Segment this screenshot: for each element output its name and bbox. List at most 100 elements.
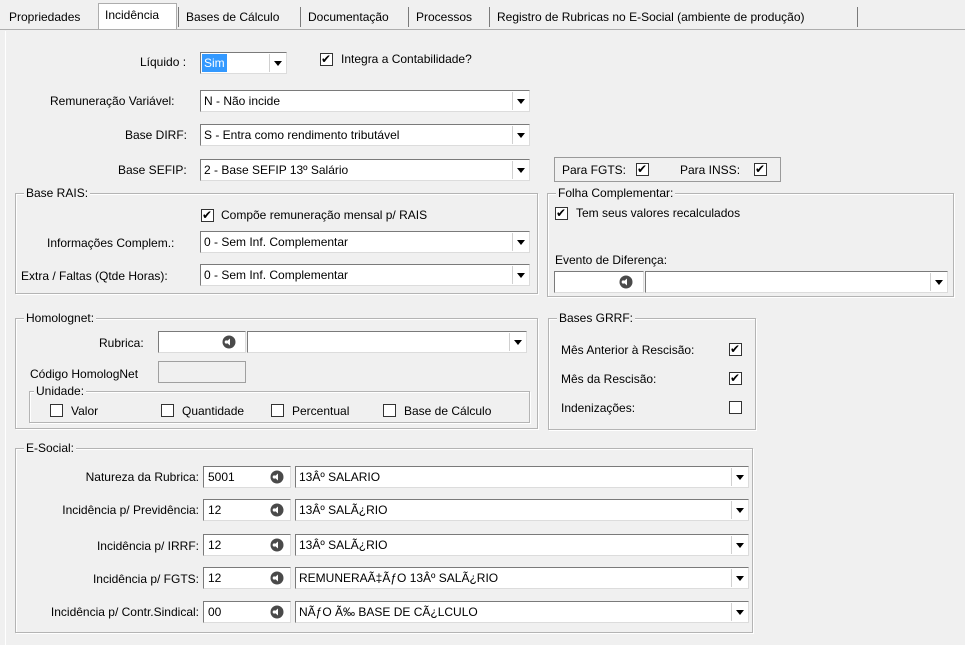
mes-anterior-checkbox[interactable] bbox=[729, 341, 742, 357]
incidencia-previdencia-label: Incidência p/ Previdência: bbox=[62, 503, 199, 517]
lookup-icon[interactable] bbox=[222, 335, 236, 349]
tab-bases-de-calculo[interactable]: Bases de Cálculo bbox=[180, 6, 285, 28]
chevron-down-icon[interactable] bbox=[731, 569, 747, 587]
chevron-down-icon[interactable] bbox=[512, 266, 528, 284]
rubrica-label: Rubrica: bbox=[99, 336, 144, 350]
lookup-icon[interactable] bbox=[270, 571, 284, 585]
para-inss-checkbox[interactable] bbox=[754, 161, 767, 177]
lookup-icon[interactable] bbox=[270, 605, 284, 619]
base-calculo-checkbox[interactable] bbox=[383, 404, 396, 417]
chevron-down-icon[interactable] bbox=[731, 501, 747, 519]
mes-anterior-label: Mês Anterior à Rescisão: bbox=[561, 343, 695, 357]
base-rais-caption: Base RAIS: bbox=[24, 186, 91, 200]
chevron-down-icon[interactable] bbox=[512, 161, 528, 179]
base-sefip-select[interactable]: 2 - Base SEFIP 13º Salário bbox=[200, 159, 530, 181]
codigo-homolognet-input[interactable] bbox=[158, 361, 246, 383]
natureza-rubrica-label: Natureza da Rubrica: bbox=[85, 470, 199, 484]
chevron-down-icon[interactable] bbox=[731, 536, 747, 554]
tab-separator bbox=[857, 7, 858, 27]
incidencia-irrf-desc: 13Âº SALÃ¿RIO bbox=[299, 538, 388, 552]
base-dirf-label: Base DIRF: bbox=[125, 128, 188, 142]
chevron-down-icon[interactable] bbox=[512, 126, 528, 144]
extra-faltas-value: 0 - Sem Inf. Complementar bbox=[204, 268, 349, 282]
natureza-rubrica-desc: 13Âº SALARIO bbox=[299, 470, 381, 484]
remuneracao-value: N - Não incide bbox=[204, 94, 281, 108]
codigo-homolognet-label: Código HomologNet bbox=[30, 367, 139, 381]
quantidade-checkbox[interactable] bbox=[161, 404, 174, 417]
evento-desc-select[interactable] bbox=[645, 271, 948, 293]
indenizacoes-label: Indenizações: bbox=[561, 401, 636, 415]
recalculados-checkbox[interactable] bbox=[555, 205, 568, 221]
lookup-icon[interactable] bbox=[270, 538, 284, 552]
integra-contabilidade-label: Integra a Contabilidade? bbox=[341, 52, 472, 66]
rubrica-desc-select[interactable] bbox=[247, 331, 527, 353]
lookup-icon[interactable] bbox=[270, 470, 284, 484]
chevron-down-icon[interactable] bbox=[930, 273, 946, 291]
base-sefip-label: Base SEFIP: bbox=[118, 163, 187, 177]
chevron-down-icon[interactable] bbox=[512, 233, 528, 251]
mes-rescisao-checkbox[interactable] bbox=[729, 370, 742, 386]
remuneracao-label: Remuneração Variável: bbox=[50, 94, 175, 108]
incidencia-contr-sindical-label: Incidência p/ Contr.Sindical: bbox=[50, 605, 199, 619]
incidencia-fgts-label: Incidência p/ FGTS: bbox=[92, 572, 199, 586]
incidencia-contr-sindical-select[interactable]: NÃƒO Ã‰ BASE DE CÃ¿LCULO bbox=[295, 601, 749, 623]
tab-separator bbox=[300, 7, 301, 27]
extra-faltas-select[interactable]: 0 - Sem Inf. Complementar bbox=[200, 264, 530, 286]
evento-diferenca-label: Evento de Diferença: bbox=[555, 253, 668, 267]
base-dirf-select[interactable]: S - Entra como rendimento tributável bbox=[200, 124, 530, 146]
info-complem-select[interactable]: 0 - Sem Inf. Complementar bbox=[200, 231, 530, 253]
incidencia-previdencia-select[interactable]: 13Âº SALÃ¿RIO bbox=[295, 499, 749, 521]
liquido-value: Sim bbox=[202, 54, 227, 72]
liquido-select[interactable]: Sim bbox=[200, 52, 287, 74]
chevron-down-icon[interactable] bbox=[509, 333, 525, 351]
tab-propriedades[interactable]: Propriedades bbox=[3, 6, 86, 28]
compoe-rais-label: Compõe remuneração mensal p/ RAIS bbox=[221, 208, 428, 222]
chevron-down-icon[interactable] bbox=[512, 92, 528, 110]
mes-rescisao-label: Mês da Rescisão: bbox=[561, 372, 657, 386]
percentual-label: Percentual bbox=[292, 404, 350, 418]
para-fgts-checkbox[interactable] bbox=[636, 161, 649, 177]
tab-separator bbox=[408, 7, 409, 27]
para-inss-label: Para INSS: bbox=[680, 163, 741, 177]
tab-separator bbox=[489, 7, 490, 27]
natureza-rubrica-select[interactable]: 13Âº SALARIO bbox=[295, 466, 749, 488]
remuneracao-select[interactable]: N - Não incide bbox=[200, 90, 530, 112]
extra-faltas-label: Extra / Faltas (Qtde Horas): bbox=[21, 269, 168, 283]
tab-bar: Propriedades Incidência Bases de Cálculo… bbox=[0, 0, 965, 32]
recalculados-label: Tem seus valores recalculados bbox=[576, 206, 741, 220]
tab-documentacao[interactable]: Documentação bbox=[302, 6, 395, 28]
chevron-down-icon[interactable] bbox=[731, 468, 747, 486]
chevron-down-icon[interactable] bbox=[269, 54, 285, 72]
incidencia-fgts-select[interactable]: REMUNERAÃ‡ÃƒO 13Âº SALÃ¿RIO bbox=[295, 567, 749, 589]
base-sefip-value: 2 - Base SEFIP 13º Salário bbox=[204, 163, 349, 177]
lookup-icon[interactable] bbox=[619, 275, 633, 289]
homolognet-caption: Homolognet: bbox=[24, 311, 97, 325]
info-complem-value: 0 - Sem Inf. Complementar bbox=[204, 235, 349, 249]
esocial-caption: E-Social: bbox=[24, 441, 77, 455]
incidencia-contr-sindical-desc: NÃƒO Ã‰ BASE DE CÃ¿LCULO bbox=[299, 605, 478, 619]
incidencia-previdencia-desc: 13Âº SALÃ¿RIO bbox=[299, 503, 388, 517]
tab-underline bbox=[0, 29, 965, 30]
tab-registro-esocial[interactable]: Registro de Rubricas no E-Social (ambien… bbox=[491, 6, 811, 28]
base-calculo-label: Base de Cálculo bbox=[404, 404, 492, 418]
chevron-down-icon[interactable] bbox=[731, 603, 747, 621]
tab-separator bbox=[178, 7, 179, 27]
incidencia-fgts-desc: REMUNERAÃ‡ÃƒO 13Âº SALÃ¿RIO bbox=[299, 571, 499, 585]
incidencia-irrf-select[interactable]: 13Âº SALÃ¿RIO bbox=[295, 534, 749, 556]
quantidade-label: Quantidade bbox=[182, 404, 245, 418]
integra-contabilidade-checkbox[interactable] bbox=[320, 51, 333, 67]
valor-checkbox[interactable] bbox=[50, 404, 63, 417]
para-fgts-label: Para FGTS: bbox=[562, 163, 627, 177]
tab-incidencia[interactable]: Incidência bbox=[98, 3, 177, 30]
indenizacoes-checkbox[interactable] bbox=[729, 401, 742, 414]
unidade-caption: Unidade: bbox=[34, 384, 87, 398]
compoe-rais-checkbox[interactable] bbox=[201, 207, 214, 223]
valor-label: Valor bbox=[71, 404, 99, 418]
folha-complementar-caption: Folha Complementar: bbox=[556, 186, 676, 200]
lookup-icon[interactable] bbox=[270, 503, 284, 517]
percentual-checkbox[interactable] bbox=[271, 404, 284, 417]
bases-grrf-caption: Bases GRRF: bbox=[557, 311, 636, 325]
liquido-label: Líquido : bbox=[140, 55, 187, 69]
info-complem-label: Informações Complem.: bbox=[47, 236, 175, 250]
tab-processos[interactable]: Processos bbox=[410, 6, 478, 28]
